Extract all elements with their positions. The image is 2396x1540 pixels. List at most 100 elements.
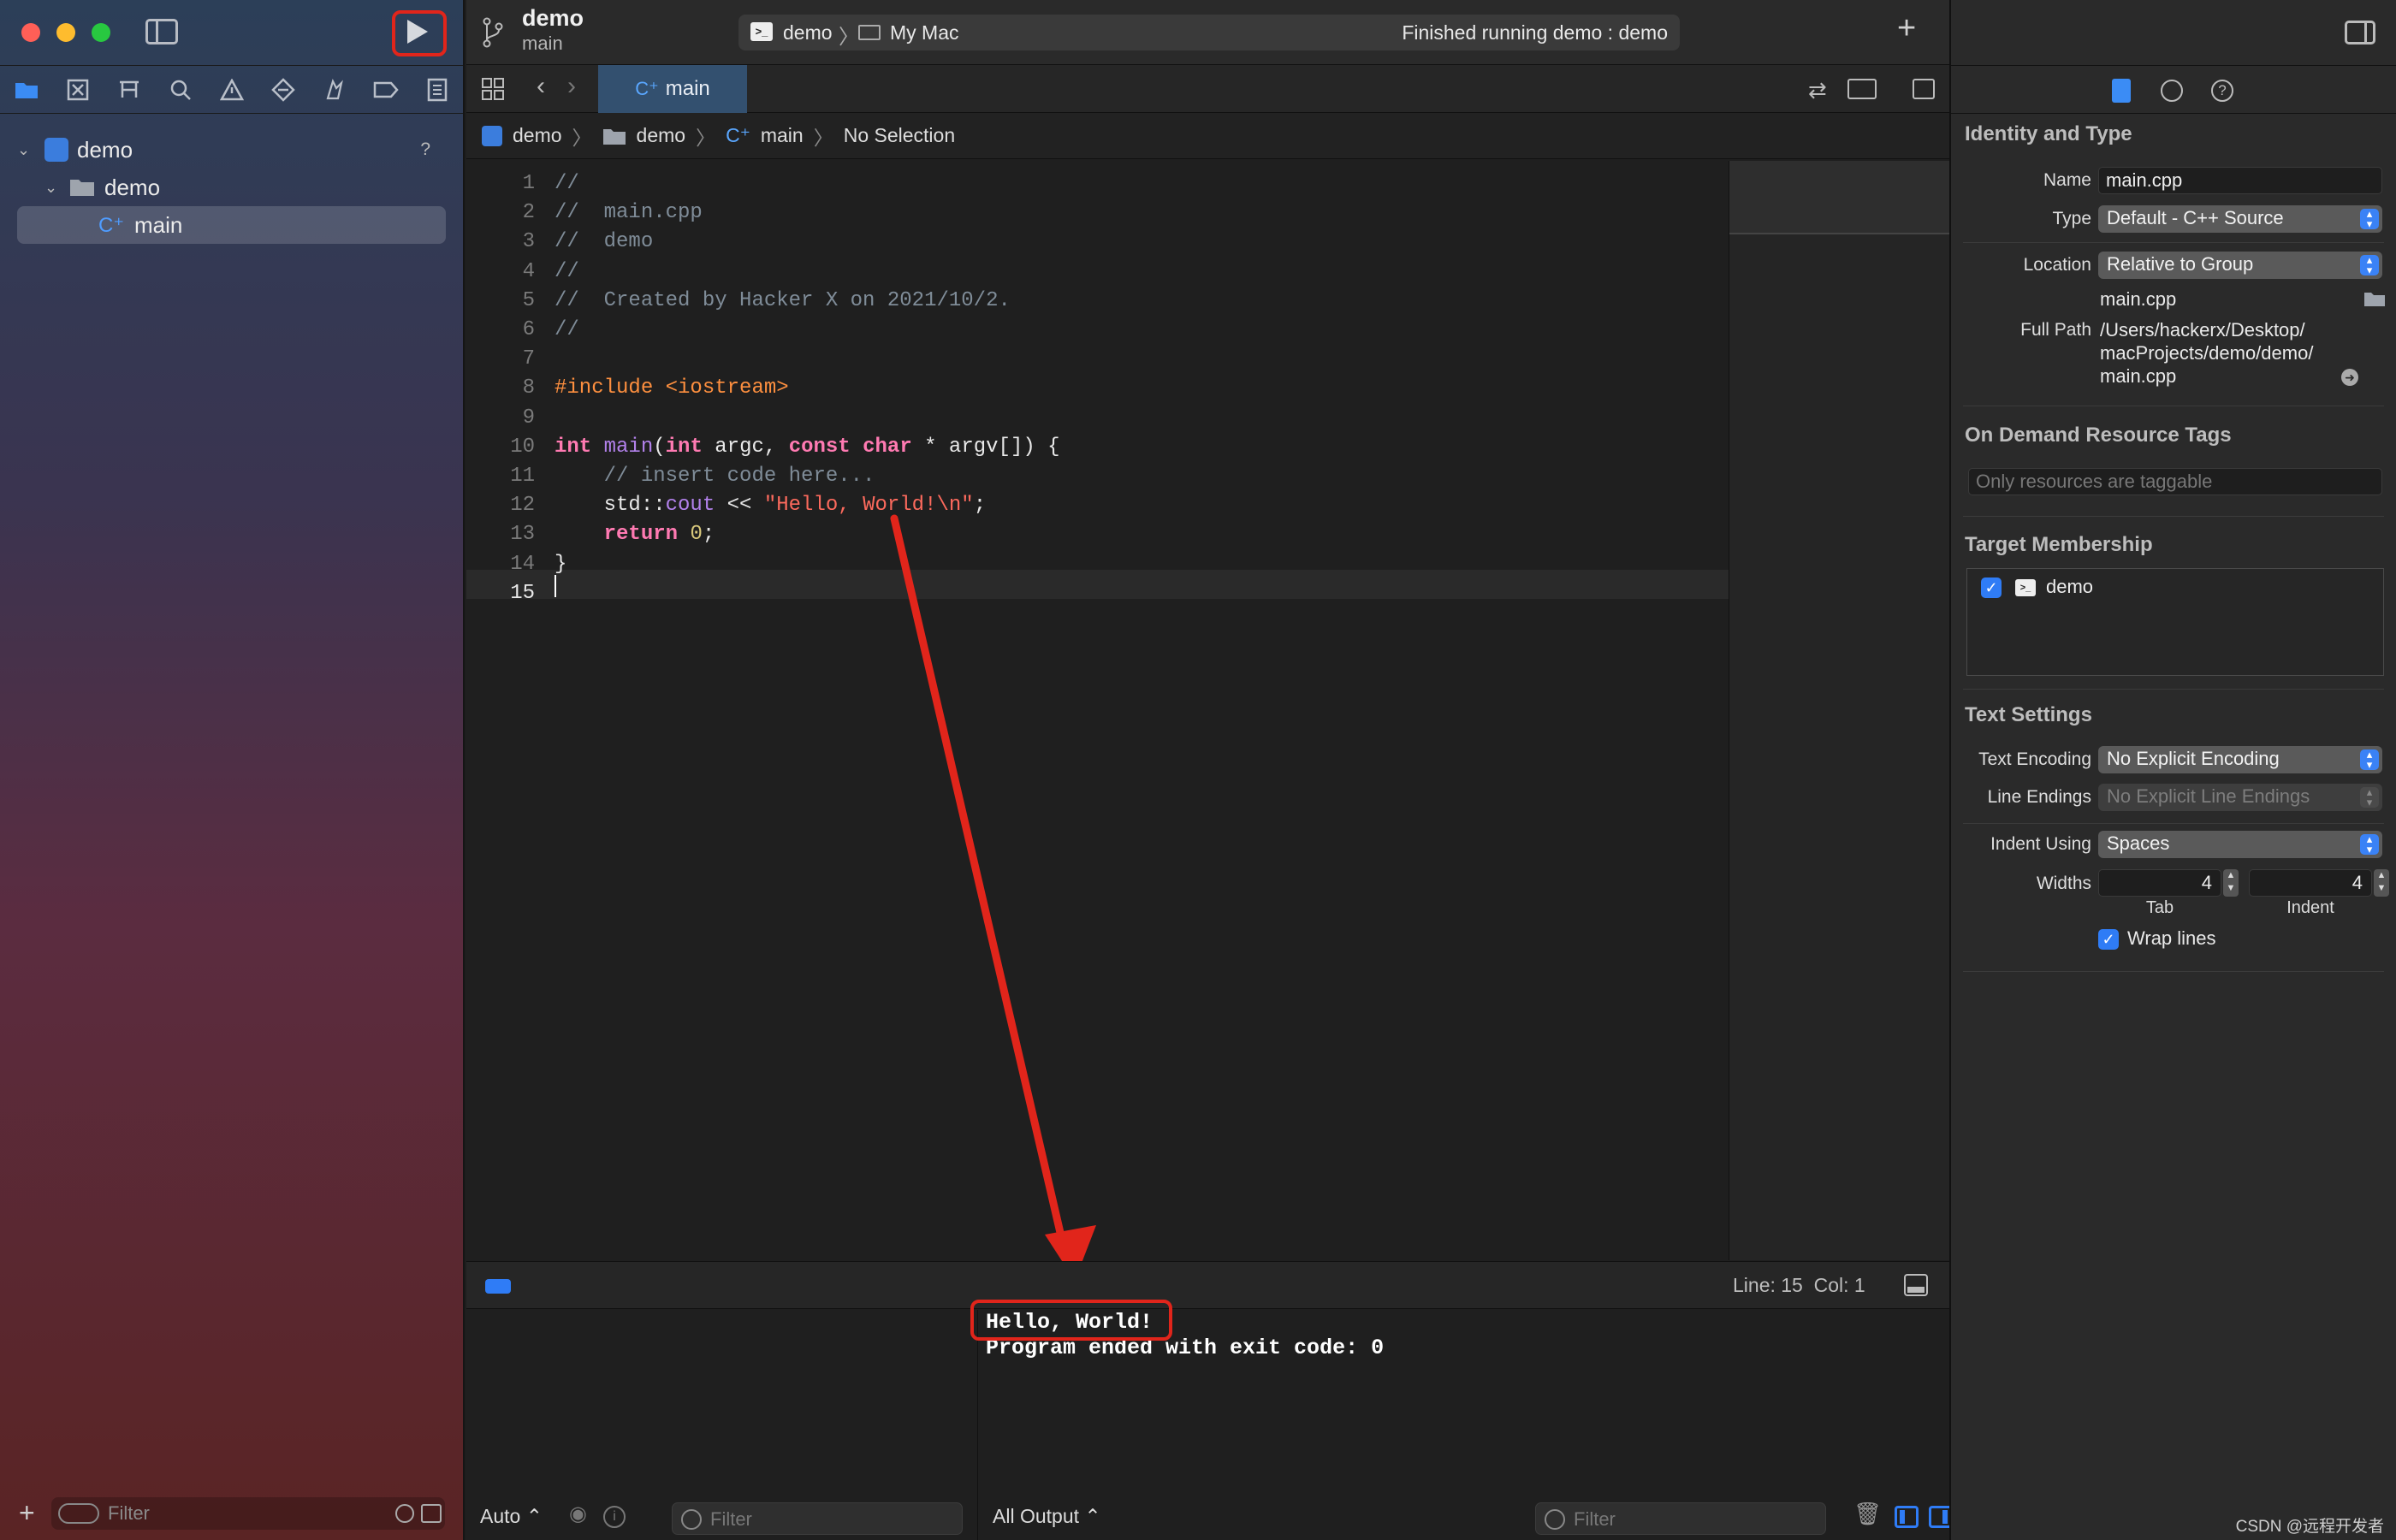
- console-output-annotation: [970, 1300, 1172, 1341]
- disclosure-chevron-icon[interactable]: ⌄: [17, 141, 36, 159]
- history-inspector-icon[interactable]: [2161, 80, 2183, 102]
- info-icon[interactable]: i: [603, 1506, 626, 1528]
- minimap-viewport[interactable]: [1729, 161, 1949, 234]
- text-encoding-popup[interactable]: No Explicit Encoding ▴ ▾: [2098, 746, 2382, 773]
- debug-bar: Line: 15 Col: 1: [466, 1261, 1949, 1309]
- line-endings-popup[interactable]: No Explicit Line Endings ▴ ▾: [2098, 784, 2382, 811]
- breakpoints-toggle-icon[interactable]: [485, 1279, 511, 1294]
- eye-icon[interactable]: ◉: [569, 1502, 587, 1526]
- source-control-navigator-icon[interactable]: [63, 75, 92, 104]
- breakpoint-navigator-icon[interactable]: [371, 75, 400, 104]
- line-number: 15: [510, 581, 535, 605]
- type-popup[interactable]: Default - C++ Source ▴ ▾: [2098, 205, 2382, 233]
- location-popup[interactable]: Relative to Group ▴ ▾: [2098, 252, 2382, 279]
- recent-files-icon[interactable]: [395, 1504, 414, 1523]
- target-checkbox[interactable]: ✓: [1981, 578, 2002, 598]
- chevron-right-icon: 〉: [572, 126, 592, 149]
- test-navigator-icon[interactable]: [269, 75, 298, 104]
- full-path-line: /Users/hackerx/Desktop/: [2100, 319, 2305, 341]
- source-editor[interactable]: 1 2 3 4 5 6 7 8 9 10 11 12 13 14 15 //// main.cpp// de…: [466, 161, 1729, 1260]
- inspector-panel: ? Identity and Type Name main.cpp Type D…: [1949, 0, 2396, 1540]
- filter-placeholder: Filter: [710, 1508, 752, 1530]
- hide-debug-area-icon[interactable]: [1904, 1274, 1928, 1296]
- target-membership-list: ✓ >_ demo: [1966, 568, 2384, 676]
- minimize-window-button[interactable]: [56, 23, 75, 42]
- minimap[interactable]: [1729, 161, 1949, 1260]
- editor-options-icon[interactable]: [1847, 79, 1877, 99]
- sidebar-toggle-icon[interactable]: [145, 19, 178, 44]
- variables-filter-field[interactable]: Filter: [672, 1502, 963, 1535]
- name-field[interactable]: main.cpp: [2098, 167, 2382, 194]
- section-title-identity: Identity and Type: [1965, 122, 2132, 145]
- tree-item-group[interactable]: ⌄ demo: [17, 169, 446, 206]
- forward-icon[interactable]: ›: [567, 72, 576, 101]
- line-number: 1: [522, 172, 535, 195]
- indent-width-stepper[interactable]: ▲ ▼: [2374, 869, 2389, 897]
- folder-navigator-icon[interactable]: [12, 75, 41, 104]
- search-icon[interactable]: [166, 75, 195, 104]
- debug-navigator-icon[interactable]: [320, 75, 349, 104]
- breadcrumb-item[interactable]: No Selection: [844, 124, 955, 147]
- indent-width-field[interactable]: 4: [2249, 869, 2372, 897]
- inspector-toggle-icon[interactable]: [2345, 21, 2375, 44]
- trash-icon[interactable]: 🗑: [1853, 1502, 1882, 1528]
- type-label: Type: [2052, 209, 2091, 228]
- show-variables-icon[interactable]: [1895, 1506, 1919, 1528]
- folder-icon[interactable]: [2363, 290, 2386, 307]
- cursor-position: Line: 15 Col: 1: [1733, 1274, 1865, 1296]
- chevron-updown-icon: ▴ ▾: [2360, 749, 2379, 770]
- source-control-filter-icon[interactable]: [421, 1504, 442, 1523]
- help-inspector-icon[interactable]: ?: [2211, 80, 2233, 102]
- scheme-project-name[interactable]: demo: [522, 5, 584, 32]
- add-icon[interactable]: +: [1897, 10, 1916, 47]
- symbol-navigator-icon[interactable]: [115, 75, 144, 104]
- wrap-lines-checkbox[interactable]: ✓: [2098, 929, 2119, 950]
- disclosure-chevron-icon[interactable]: ⌄: [44, 179, 63, 197]
- console-filter-field[interactable]: Filter: [1535, 1502, 1826, 1535]
- breadcrumb-item[interactable]: demo: [513, 124, 562, 147]
- chevron-right-icon: 〉: [813, 126, 833, 149]
- line-number: 10: [510, 435, 535, 459]
- reveal-in-finder-icon[interactable]: ➜: [2341, 369, 2358, 386]
- warning-icon[interactable]: [217, 75, 246, 104]
- add-editor-icon[interactable]: [1913, 79, 1935, 99]
- line-number: 4: [522, 259, 535, 283]
- code-line: std::cout << "Hello, World!\n";: [555, 494, 987, 518]
- full-path-label: Full Path: [2020, 320, 2091, 340]
- destination-target[interactable]: demo: [783, 21, 833, 44]
- close-window-button[interactable]: [21, 23, 40, 42]
- tree-item-label: main: [134, 211, 183, 238]
- related-items-icon[interactable]: ⇄: [1808, 77, 1827, 104]
- zoom-window-button[interactable]: [92, 23, 110, 42]
- navigator-filter-bar: + Filter: [0, 1489, 463, 1540]
- file-inspector-icon[interactable]: [2112, 79, 2131, 103]
- odr-tags-field[interactable]: Only resources are taggable: [1968, 468, 2382, 495]
- line-number: 2: [522, 201, 535, 225]
- indent-using-popup[interactable]: Spaces ▴ ▾: [2098, 831, 2382, 858]
- folder-icon: [70, 180, 94, 196]
- breadcrumb-item[interactable]: demo: [637, 124, 686, 147]
- back-icon[interactable]: ‹: [537, 72, 545, 101]
- line-number: 12: [510, 494, 535, 518]
- variables-scope-popup[interactable]: Auto ⌃: [480, 1505, 543, 1528]
- filter-field[interactable]: Filter: [51, 1497, 445, 1530]
- destination-device[interactable]: My Mac: [890, 21, 959, 44]
- tree-item-file-selected[interactable]: C⁺ main: [17, 206, 446, 244]
- line-endings-label: Line Endings: [1987, 787, 2091, 807]
- terminal-icon: >_: [750, 22, 773, 41]
- add-icon[interactable]: +: [19, 1497, 35, 1529]
- console-output-popup[interactable]: All Output ⌃: [993, 1505, 1101, 1528]
- code-line: // insert code here...: [555, 465, 875, 488]
- tree-item-project[interactable]: ⌄ demo ?: [17, 131, 446, 169]
- grid-icon[interactable]: [482, 78, 504, 100]
- breadcrumb-item[interactable]: main: [761, 124, 804, 147]
- run-button-annotation: [392, 10, 447, 56]
- tab-main[interactable]: C⁺ main: [598, 65, 747, 113]
- tab-width-field[interactable]: 4: [2098, 869, 2221, 897]
- code-line: int main(int argc, const char * argv[]) …: [555, 435, 1060, 459]
- tab-width-stepper[interactable]: ▲ ▼: [2223, 869, 2239, 897]
- console-output[interactable]: Hello, World! Program ended with exit co…: [970, 1300, 1953, 1540]
- line-number: 14: [510, 552, 535, 576]
- filter-options-icon[interactable]: [58, 1503, 99, 1524]
- report-navigator-icon[interactable]: [423, 75, 452, 104]
